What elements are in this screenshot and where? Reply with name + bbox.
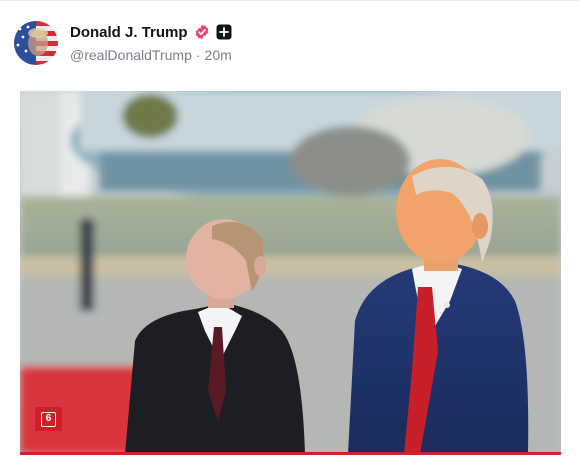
author-meta: @realDonaldTrump · 20m xyxy=(70,47,232,63)
timestamp[interactable]: 20m xyxy=(205,47,232,63)
avatar[interactable] xyxy=(14,21,58,65)
media-badge-label: 6 xyxy=(41,411,56,427)
plus-icon[interactable] xyxy=(216,24,232,40)
media-badge[interactable]: 6 xyxy=(35,407,62,431)
post-card: Donald J. Trump @realDonaldTrump · 20m 6 xyxy=(0,0,580,464)
meta-separator: · xyxy=(195,47,201,63)
post-image[interactable] xyxy=(20,91,561,454)
media-underline xyxy=(20,452,561,455)
verified-badge-icon xyxy=(194,24,210,40)
author-row: Donald J. Trump xyxy=(70,22,232,42)
avatar-flag-portrait-icon xyxy=(14,21,58,65)
handle[interactable]: @realDonaldTrump xyxy=(70,47,192,63)
photo-two-men-looking-up-at-airfield xyxy=(20,91,561,454)
display-name[interactable]: Donald J. Trump xyxy=(70,24,188,41)
